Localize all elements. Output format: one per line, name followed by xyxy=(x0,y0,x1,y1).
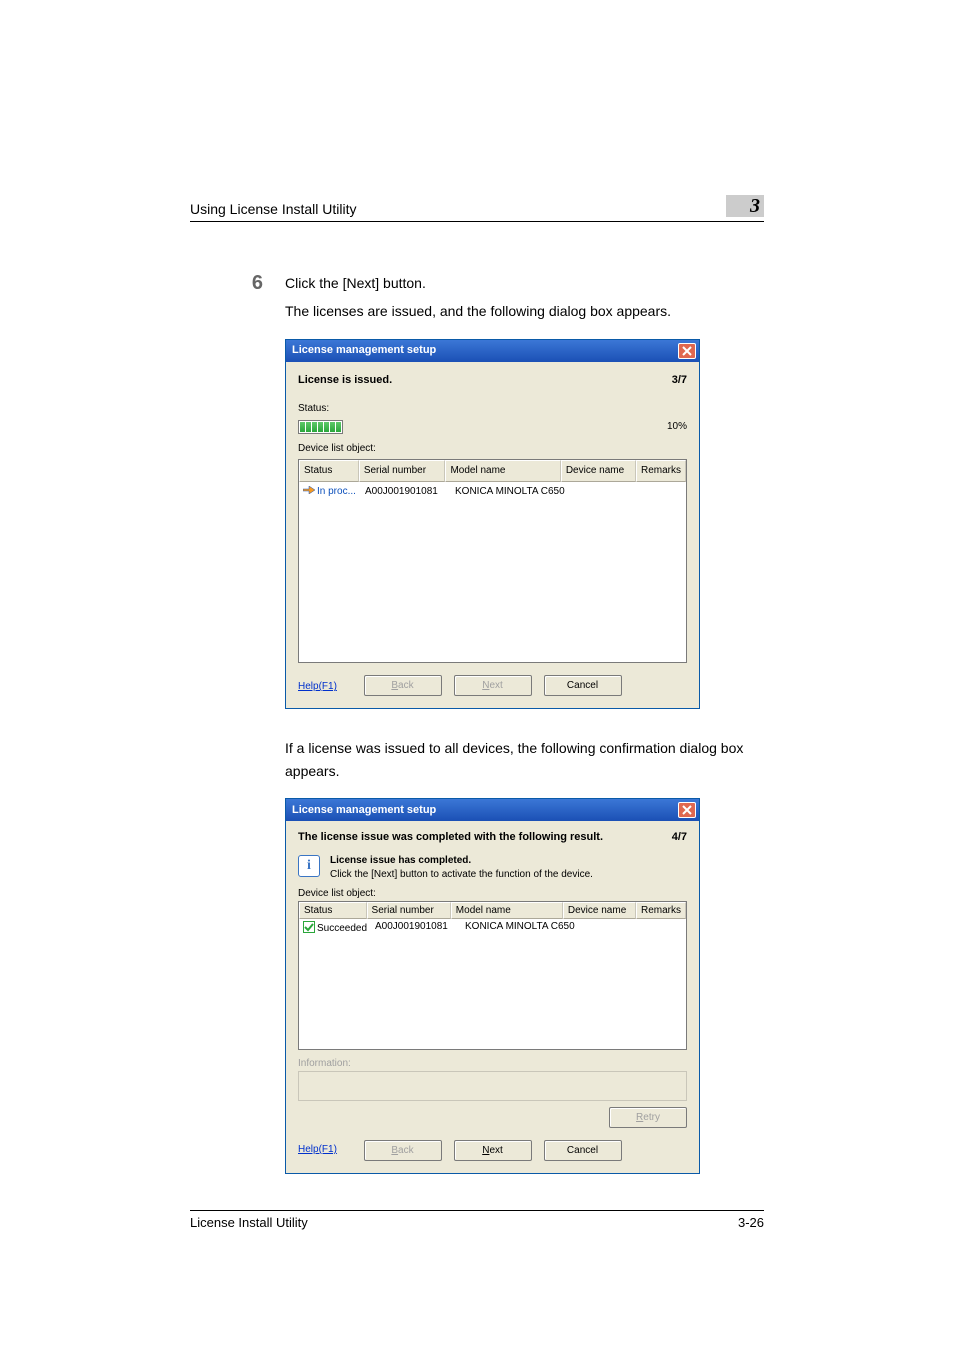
col-status[interactable]: Status xyxy=(299,460,359,482)
progress-bar xyxy=(298,420,343,434)
dialog-title: License management setup xyxy=(292,804,436,816)
cell-status: Succeeded xyxy=(317,923,367,934)
col-remarks[interactable]: Remarks xyxy=(636,460,686,482)
success-icon xyxy=(303,921,315,936)
dialog-titlebar[interactable]: License management setup xyxy=(286,799,699,821)
dialog-page: 4/7 xyxy=(672,831,687,843)
back-button: Back xyxy=(364,1140,442,1161)
device-table: Status Serial number Model name Device n… xyxy=(298,459,687,663)
table-header: Status Serial number Model name Device n… xyxy=(299,902,686,919)
col-model[interactable]: Model name xyxy=(451,902,563,919)
col-model[interactable]: Model name xyxy=(445,460,560,482)
col-device[interactable]: Device name xyxy=(563,902,636,919)
col-serial[interactable]: Serial number xyxy=(367,902,451,919)
step-instruction: Click the [Next] button. xyxy=(285,272,764,294)
progress-percent: 10% xyxy=(667,419,687,435)
information-label: Information: xyxy=(298,1058,687,1069)
info-line: Click the [Next] button to activate the … xyxy=(330,869,593,880)
cancel-button[interactable]: Cancel xyxy=(544,675,622,696)
dialog-license-issuing: License management setup License is issu… xyxy=(285,339,700,710)
cell-model: KONICA MINOLTA C650 xyxy=(451,482,571,502)
dialog-titlebar[interactable]: License management setup xyxy=(286,340,699,362)
header-title: Using License Install Utility xyxy=(190,201,357,217)
step-description: The licenses are issued, and the followi… xyxy=(285,300,764,322)
next-button[interactable]: Next xyxy=(454,1140,532,1161)
cell-remarks xyxy=(659,919,686,938)
cell-serial: A00J001901081 xyxy=(371,919,461,938)
table-row[interactable]: In proc... A00J001901081 KONICA MINOLTA … xyxy=(299,482,686,502)
cell-status: In proc... xyxy=(317,484,356,500)
info-bold: License issue has completed. xyxy=(330,855,593,866)
page-footer: License Install Utility 3-26 xyxy=(190,1210,764,1230)
cancel-button[interactable]: Cancel xyxy=(544,1140,622,1161)
col-status[interactable]: Status xyxy=(299,902,367,919)
table-header: Status Serial number Model name Device n… xyxy=(299,460,686,482)
cell-device xyxy=(571,482,649,502)
page-header: Using License Install Utility 3 xyxy=(190,195,764,222)
cell-model: KONICA MINOLTA C650 xyxy=(461,919,581,938)
footer-left: License Install Utility xyxy=(190,1215,308,1230)
col-remarks[interactable]: Remarks xyxy=(636,902,686,919)
device-list-label: Device list object: xyxy=(298,441,687,457)
dialog-heading: License is issued. xyxy=(298,372,392,390)
information-box xyxy=(298,1071,687,1101)
cell-device xyxy=(581,919,659,938)
col-serial[interactable]: Serial number xyxy=(359,460,446,482)
status-label: Status: xyxy=(298,401,687,417)
in-progress-icon xyxy=(303,484,315,500)
help-link[interactable]: Help(F1) xyxy=(298,679,337,695)
device-list-label: Device list object: xyxy=(298,888,687,899)
device-table: Status Serial number Model name Device n… xyxy=(298,901,687,1050)
close-icon xyxy=(682,805,692,815)
retry-button: Retry xyxy=(609,1107,687,1128)
help-link[interactable]: Help(F1) xyxy=(298,1144,337,1155)
info-icon: i xyxy=(298,855,320,877)
close-button[interactable] xyxy=(678,802,696,818)
chapter-number: 3 xyxy=(726,195,764,217)
cell-remarks xyxy=(649,482,686,502)
back-button: Back xyxy=(364,675,442,696)
dialog-heading: The license issue was completed with the… xyxy=(298,831,603,843)
dialog-title: License management setup xyxy=(292,342,436,360)
step-number: 6 xyxy=(190,272,285,729)
table-row[interactable]: Succeeded A00J001901081 KONICA MINOLTA C… xyxy=(299,919,686,938)
close-button[interactable] xyxy=(678,343,696,359)
footer-right: 3-26 xyxy=(738,1215,764,1230)
next-button: Next xyxy=(454,675,532,696)
dialog-license-completed: License management setup The license iss… xyxy=(285,798,700,1174)
cell-serial: A00J001901081 xyxy=(361,482,451,502)
close-icon xyxy=(682,346,692,356)
dialog-page: 3/7 xyxy=(672,372,687,390)
col-device[interactable]: Device name xyxy=(561,460,636,482)
mid-paragraph: If a license was issued to all devices, … xyxy=(285,737,764,782)
